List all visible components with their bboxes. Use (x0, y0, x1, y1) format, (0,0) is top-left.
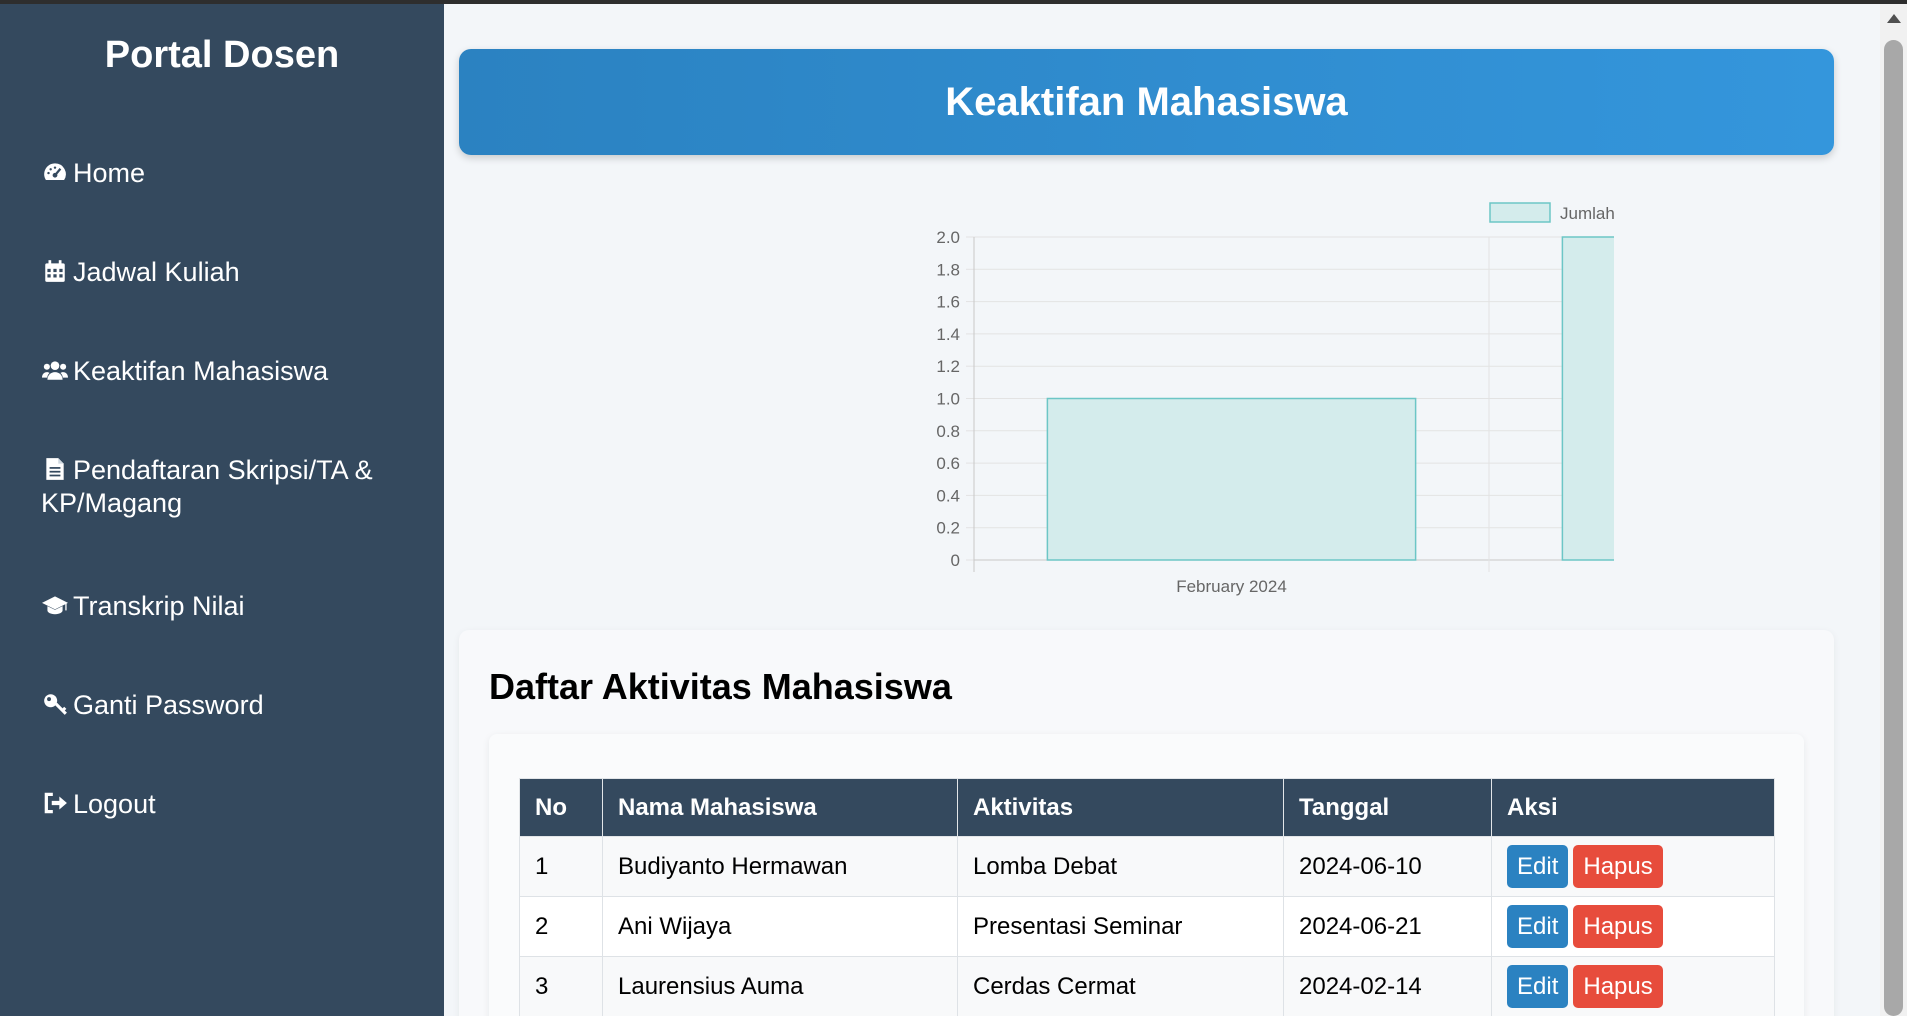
column-header-nama: Nama Mahasiswa (602, 778, 958, 837)
cell-aktivitas: Presentasi Seminar (957, 896, 1284, 957)
cell-aksi: Edit Hapus (1491, 896, 1775, 957)
scrollbar-thumb[interactable] (1884, 40, 1903, 1016)
sidebar-item-label: Home (73, 158, 146, 188)
calendar-icon (41, 258, 69, 284)
sidebar: Portal Dosen Home Jadwal Kuliah Keaktifa… (0, 4, 444, 1016)
sidebar-item-label: Ganti Password (73, 690, 264, 720)
page-title: Keaktifan Mahasiswa (459, 49, 1834, 155)
edit-button[interactable]: Edit (1507, 905, 1569, 948)
y-tick-label: 1.4 (936, 325, 960, 344)
bar (1561, 236, 1614, 561)
x-tick-label: February 2024 (1176, 577, 1287, 596)
cell-aktivitas: Lomba Debat (957, 836, 1284, 897)
main-content: Keaktifan Mahasiswa 0 0.2 0.4 0.6 0.8 1.0 1.2 1… (444, 4, 1880, 1016)
column-header-aktivitas: Aktivitas (957, 778, 1284, 837)
cell-no: 1 (519, 836, 603, 897)
y-tick-label: 0.6 (936, 454, 960, 473)
bar (1046, 397, 1417, 561)
legend-label: Jumlah Aktivitas (1560, 204, 1614, 223)
sidebar-item-jadwal-kuliah[interactable]: Jadwal Kuliah (41, 256, 401, 289)
y-tick-label: 0.8 (936, 422, 960, 441)
column-header-tanggal: Tanggal (1283, 778, 1492, 837)
activity-list-card: Daftar Aktivitas Mahasiswa No Nama Mahas… (459, 630, 1834, 1016)
sidebar-item-home[interactable]: Home (41, 157, 401, 190)
table-row: 1 Budiyanto Hermawan Lomba Debat 2024-06… (519, 836, 1775, 897)
edit-button[interactable]: Edit (1507, 965, 1569, 1008)
cell-nama: Ani Wijaya (602, 896, 958, 957)
sidebar-item-label: Pendaftaran Skripsi/TA & KP/Magang (41, 455, 373, 518)
key-icon (41, 691, 69, 717)
cell-nama: Budiyanto Hermawan (602, 836, 958, 897)
cell-nama: Laurensius Auma (602, 956, 958, 1016)
logout-icon (41, 790, 69, 816)
y-tick-label: 1.6 (936, 293, 960, 312)
activity-chart: 0 0.2 0.4 0.6 0.8 1.0 1.2 1.4 1.6 1.8 2.0 February … (694, 194, 1614, 604)
cell-aksi: Edit Hapus (1491, 836, 1775, 897)
legend-swatch (1489, 202, 1551, 223)
sidebar-item-pendaftaran[interactable]: Pendaftaran Skripsi/TA & KP/Magang (41, 454, 401, 520)
cell-aksi: Edit Hapus (1491, 956, 1775, 1016)
column-header-aksi: Aksi (1491, 778, 1775, 837)
column-header-no: No (519, 778, 603, 837)
table-container: No Nama Mahasiswa Aktivitas Tanggal Aksi… (489, 734, 1804, 1016)
cell-tanggal: 2024-06-10 (1283, 836, 1492, 897)
sidebar-item-label: Jadwal Kuliah (73, 257, 240, 287)
table-row: 2 Ani Wijaya Presentasi Seminar 2024-06-… (519, 896, 1775, 957)
delete-button[interactable]: Hapus (1573, 845, 1663, 888)
y-tick-label: 0 (951, 551, 960, 570)
scroll-up-arrow-icon[interactable] (1887, 14, 1901, 23)
delete-button[interactable]: Hapus (1573, 965, 1663, 1008)
cell-no: 2 (519, 896, 603, 957)
brand-title: Portal Dosen (104, 34, 340, 76)
cell-no: 3 (519, 956, 603, 1016)
activity-table: No Nama Mahasiswa Aktivitas Tanggal Aksi… (519, 778, 1775, 1016)
sidebar-item-label: Keaktifan Mahasiswa (73, 356, 329, 386)
table-row: 3 Laurensius Auma Cerdas Cermat 2024-02-… (519, 956, 1775, 1016)
sidebar-item-label: Transkrip Nilai (73, 591, 245, 621)
y-tick-label: 2.0 (936, 228, 960, 247)
y-tick-label: 1.0 (936, 390, 960, 409)
graduation-cap-icon (41, 592, 69, 618)
sidebar-item-label: Logout (73, 789, 156, 819)
y-tick-label: 1.2 (936, 357, 960, 376)
vertical-scrollbar[interactable] (1880, 4, 1907, 1016)
cell-tanggal: 2024-02-14 (1283, 956, 1492, 1016)
y-tick-label: 1.8 (936, 260, 960, 279)
sidebar-item-ganti-password[interactable]: Ganti Password (41, 689, 401, 722)
cell-tanggal: 2024-06-21 (1283, 896, 1492, 957)
table-header-row: No Nama Mahasiswa Aktivitas Tanggal Aksi (519, 778, 1775, 837)
y-tick-label: 0.2 (936, 519, 960, 538)
dashboard-icon (41, 159, 69, 185)
sidebar-item-logout[interactable]: Logout (41, 788, 401, 821)
delete-button[interactable]: Hapus (1573, 905, 1663, 948)
edit-button[interactable]: Edit (1507, 845, 1569, 888)
sidebar-item-transkrip-nilai[interactable]: Transkrip Nilai (41, 590, 401, 623)
sidebar-item-keaktifan-mahasiswa[interactable]: Keaktifan Mahasiswa (41, 355, 401, 388)
activity-list-title: Daftar Aktivitas Mahasiswa (489, 666, 952, 707)
document-icon (41, 456, 69, 482)
cell-aktivitas: Cerdas Cermat (957, 956, 1284, 1016)
users-icon (41, 357, 69, 383)
y-tick-label: 0.4 (936, 486, 960, 505)
